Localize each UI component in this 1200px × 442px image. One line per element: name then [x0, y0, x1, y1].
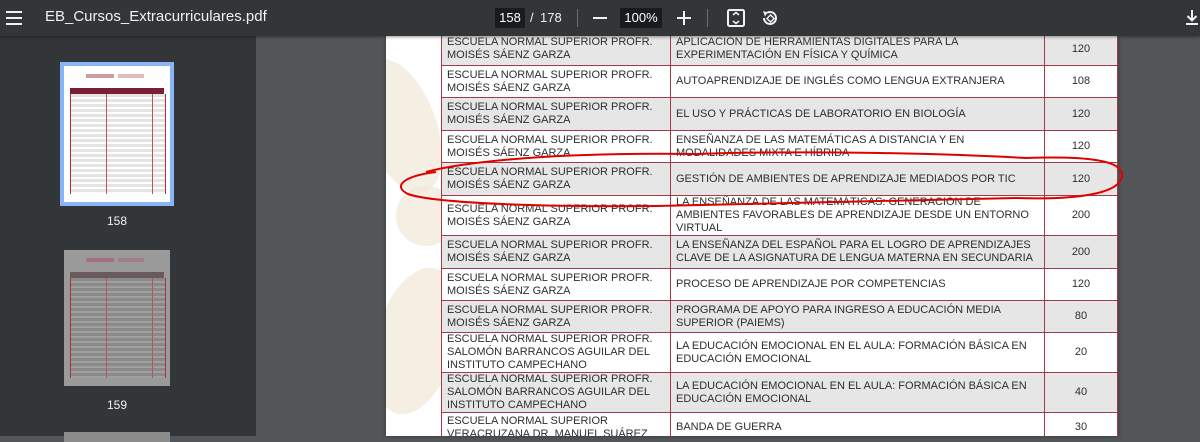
table-row: ESCUELA NORMAL SUPERIOR PROFR. SALOMÓN B… [441, 372, 1118, 413]
hours-cell: 120 [1044, 268, 1118, 301]
thumbnail-column-line [152, 94, 153, 194]
school-cell: ESCUELA NORMAL SUPERIOR PROFR. MOISÉS SÁ… [441, 268, 671, 301]
pdf-page: ESCUELA NORMAL SUPERIOR PROFR. MOISÉS SÁ… [386, 36, 1118, 436]
hours-cell: 200 [1044, 195, 1118, 236]
thumbnail-logo [86, 74, 114, 78]
course-cell: BANDA DE GUERRA [670, 412, 1045, 436]
school-cell: ESCUELA NORMAL SUPERIOR PROFR. MOISÉS SÁ… [441, 195, 671, 236]
hours-cell: 120 [1044, 36, 1118, 66]
page-thumbnail-158[interactable] [60, 62, 174, 206]
school-cell: ESCUELA NORMAL SUPERIOR PROFR. MOISÉS SÁ… [441, 36, 671, 66]
thumbnail-logo [86, 258, 114, 262]
school-cell: ESCUELA NORMAL SUPERIOR PROFR. MOISÉS SÁ… [441, 97, 671, 131]
table-row: ESCUELA NORMAL SUPERIOR PROFR. MOISÉS SÁ… [441, 36, 1118, 66]
thumbnail-sidebar: 158 159 [0, 36, 256, 442]
school-cell: ESCUELA NORMAL SUPERIOR VERACRUZANA DR. … [441, 412, 671, 436]
table-row: ESCUELA NORMAL SUPERIOR PROFR. MOISÉS SÁ… [441, 65, 1118, 98]
course-cell: EL USO Y PRÁCTICAS DE LABORATORIO EN BIO… [670, 97, 1045, 131]
page-thumbnail-159[interactable] [64, 250, 170, 386]
course-cell: LA EDUCACIÓN EMOCIONAL EN EL AULA: FORMA… [670, 332, 1045, 373]
hours-cell: 40 [1044, 372, 1118, 413]
hours-cell: 80 [1044, 300, 1118, 333]
thumbnail-label: 159 [106, 398, 128, 412]
page-separator: / [530, 10, 534, 25]
school-cell: ESCUELA NORMAL SUPERIOR PROFR. MOISÉS SÁ… [441, 65, 671, 98]
course-cell: AUTOAPRENDIZAJE DE INGLÉS COMO LENGUA EX… [670, 65, 1045, 98]
table-row: ESCUELA NORMAL SUPERIOR PROFR. MOISÉS SÁ… [441, 195, 1118, 236]
hours-cell: 30 [1044, 412, 1118, 436]
hours-cell: 120 [1044, 130, 1118, 163]
school-cell: ESCUELA NORMAL SUPERIOR PROFR. SALOMÓN B… [441, 332, 671, 373]
table-row: ESCUELA NORMAL SUPERIOR VERACRUZANA DR. … [441, 412, 1118, 436]
courses-table: ESCUELA NORMAL SUPERIOR PROFR. MOISÉS SÁ… [441, 36, 1118, 436]
table-row: ESCUELA NORMAL SUPERIOR PROFR. MOISÉS SÁ… [441, 97, 1118, 131]
thumbnail-column-line [106, 94, 107, 194]
thumbnail-column-line [152, 278, 153, 378]
hours-cell: 20 [1044, 332, 1118, 373]
course-cell: GESTIÓN DE AMBIENTES DE APRENDIZAJE MEDI… [670, 162, 1045, 196]
school-cell: ESCUELA NORMAL SUPERIOR PROFR. MOISÉS SÁ… [441, 162, 671, 196]
hours-cell: 108 [1044, 65, 1118, 98]
course-cell: LA ENSEÑANZA DEL ESPAÑOL PARA EL LOGRO D… [670, 235, 1045, 269]
table-row: ESCUELA NORMAL SUPERIOR PROFR. MOISÉS SÁ… [441, 130, 1118, 163]
table-row: ESCUELA NORMAL SUPERIOR PROFR. MOISÉS SÁ… [441, 300, 1118, 333]
school-cell: ESCUELA NORMAL SUPERIOR PROFR. MOISÉS SÁ… [441, 300, 671, 333]
hours-cell: 200 [1044, 235, 1118, 269]
table-row: ESCUELA NORMAL SUPERIOR PROFR. MOISÉS SÁ… [441, 162, 1118, 196]
zoom-out-icon[interactable] [592, 10, 608, 26]
school-cell: ESCUELA NORMAL SUPERIOR PROFR. SALOMÓN B… [441, 372, 671, 413]
page-number-input[interactable]: 158 [495, 8, 525, 28]
thumbnail-label: 158 [106, 214, 128, 228]
thumbnail-logo [118, 74, 144, 78]
thumbnail-column-line [106, 278, 107, 378]
hours-cell: 120 [1044, 162, 1118, 196]
toolbar-divider [707, 9, 708, 27]
table-row: ESCUELA NORMAL SUPERIOR PROFR. MOISÉS SÁ… [441, 235, 1118, 269]
toolbar-divider [577, 9, 578, 27]
table-row: ESCUELA NORMAL SUPERIOR PROFR. MOISÉS SÁ… [441, 268, 1118, 301]
page-total: 178 [540, 10, 562, 25]
course-cell: ENSEÑANZA DE LAS MATEMÁTICAS A DISTANCIA… [670, 130, 1045, 163]
course-cell: PROGRAMA DE APOYO PARA INGRESO A EDUCACI… [670, 300, 1045, 333]
rotate-icon[interactable] [760, 8, 780, 28]
pdf-toolbar: EB_Cursos_Extracurriculares.pdf 158 / 17… [0, 0, 1200, 36]
school-cell: ESCUELA NORMAL SUPERIOR PROFR. MOISÉS SÁ… [441, 235, 671, 269]
thumbnail-logo [118, 258, 144, 262]
download-icon[interactable] [1184, 8, 1200, 28]
zoom-input[interactable]: 100% [620, 8, 662, 28]
course-cell: PROCESO DE APRENDIZAJE POR COMPETENCIAS [670, 268, 1045, 301]
page-thumbnail-160[interactable] [64, 432, 170, 442]
course-cell: LA ENSEÑANZA DE LAS MATEMÁTICAS: GENERAC… [670, 195, 1045, 236]
menu-icon[interactable] [4, 8, 24, 28]
school-cell: ESCUELA NORMAL SUPERIOR PROFR. MOISÉS SÁ… [441, 130, 671, 163]
fit-page-icon[interactable] [726, 8, 746, 28]
hours-cell: 120 [1044, 97, 1118, 131]
course-cell: APLICACIÓN DE HERRAMIENTAS DIGITALES PAR… [670, 36, 1045, 66]
table-row: ESCUELA NORMAL SUPERIOR PROFR. SALOMÓN B… [441, 332, 1118, 373]
document-title: EB_Cursos_Extracurriculares.pdf [45, 8, 267, 25]
zoom-in-icon[interactable] [676, 10, 692, 26]
course-cell: LA EDUCACIÓN EMOCIONAL EN EL AULA: FORMA… [670, 372, 1045, 413]
